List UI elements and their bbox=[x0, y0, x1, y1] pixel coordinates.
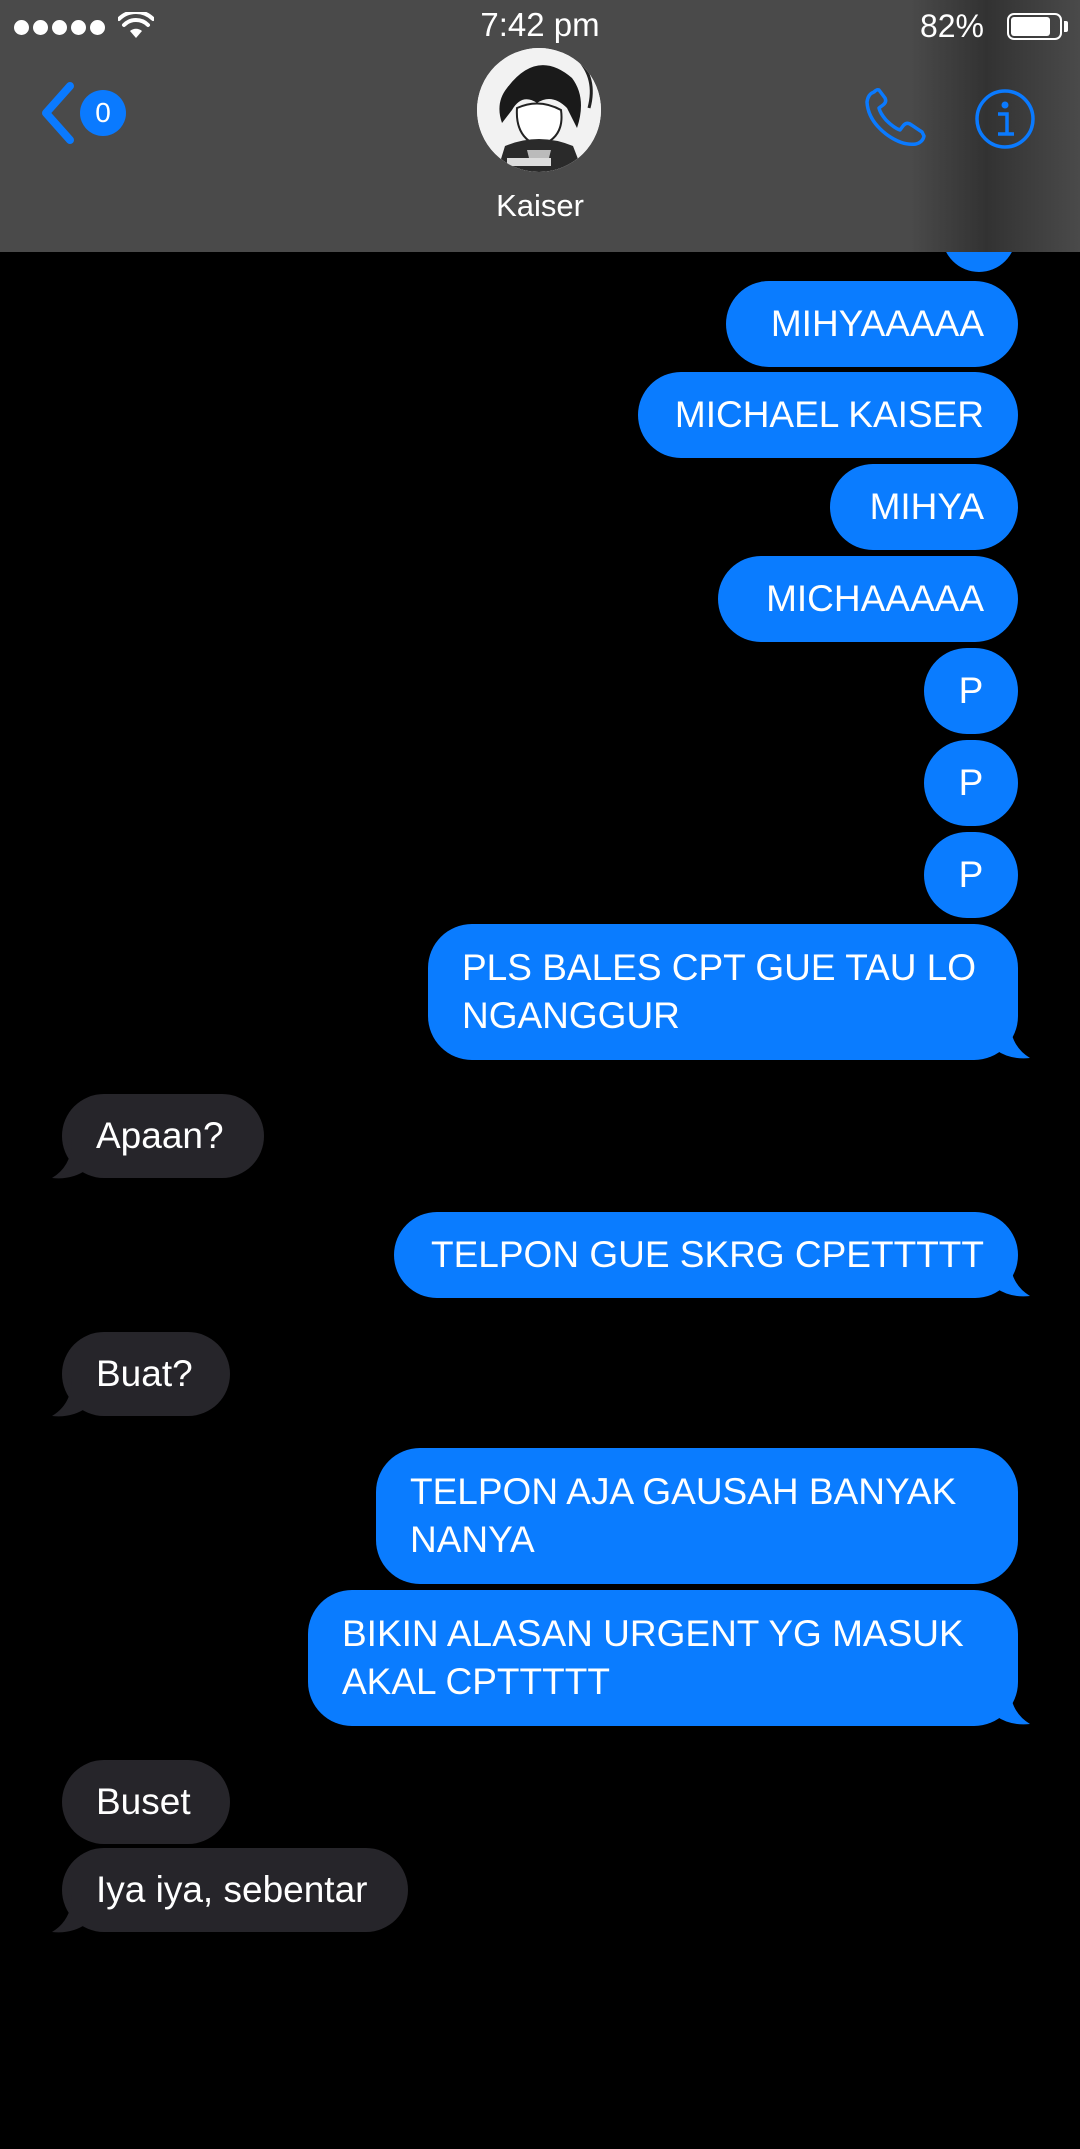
bubble-tail bbox=[52, 1894, 86, 1933]
battery-icon bbox=[1007, 13, 1062, 40]
phone-icon[interactable] bbox=[860, 86, 930, 150]
message-bubble-received[interactable]: Iya iya, sebentar bbox=[62, 1848, 408, 1932]
message-bubble-sent[interactable]: PLS BALES CPT GUE TAU LO NGANGGUR bbox=[428, 924, 1018, 1060]
message-text: MICHAEL KAISER bbox=[674, 394, 984, 435]
conversation-header: 7:42 pm 82% 0 Kaiser bbox=[0, 0, 1080, 252]
battery-percentage: 82% bbox=[919, 8, 984, 44]
contact-avatar[interactable] bbox=[477, 48, 601, 172]
back-button[interactable]: 0 bbox=[38, 80, 126, 146]
message-text: PLS BALES CPT GUE TAU LO NGANGGUR bbox=[462, 947, 977, 1036]
message-text: MIHYA bbox=[869, 486, 984, 527]
message-bubble-sent[interactable]: BIKIN ALASAN URGENT YG MASUK AKAL CPTTTT… bbox=[308, 1590, 1018, 1726]
status-time: 7:42 pm bbox=[480, 6, 600, 43]
message-bubble-sent[interactable]: MICHAAAAA bbox=[718, 556, 1018, 642]
bubble-tail bbox=[52, 1140, 86, 1179]
bubble-tail bbox=[996, 1020, 1030, 1059]
contact-name[interactable]: Kaiser bbox=[0, 188, 1080, 224]
message-bubble-sent[interactable]: P bbox=[924, 832, 1018, 918]
message-text: TELPON AJA GAUSAH BANYAK NANYA bbox=[410, 1471, 957, 1560]
message-text: P bbox=[958, 670, 984, 711]
message-text: Buat? bbox=[96, 1353, 193, 1394]
battery-level-fill bbox=[1011, 17, 1050, 36]
avatar-image bbox=[477, 48, 601, 172]
battery-tip bbox=[1064, 21, 1068, 32]
message-text: Buset bbox=[96, 1781, 191, 1822]
message-bubble-sent[interactable]: MIHYA bbox=[830, 464, 1018, 550]
bubble-tail bbox=[52, 1378, 86, 1417]
message-text: P bbox=[958, 762, 984, 803]
message-bubble-sent[interactable]: P bbox=[924, 740, 1018, 826]
chevron-left-icon bbox=[42, 82, 74, 144]
message-text: TELPON GUE SKRG CPETTTTT bbox=[431, 1234, 984, 1275]
message-text: BIKIN ALASAN URGENT YG MASUK AKAL CPTTTT… bbox=[342, 1613, 964, 1702]
message-text: P bbox=[958, 854, 984, 895]
message-bubble-sent[interactable]: MIHYAAAAA bbox=[726, 281, 1018, 367]
message-text: MICHAAAAA bbox=[766, 578, 984, 619]
message-bubble-sent[interactable]: TELPON AJA GAUSAH BANYAK NANYA bbox=[376, 1448, 1018, 1584]
unread-count-badge: 0 bbox=[80, 90, 126, 136]
message-text: Iya iya, sebentar bbox=[96, 1869, 368, 1910]
message-bubble-sent[interactable]: P bbox=[924, 648, 1018, 734]
message-bubble-received[interactable]: Apaan? bbox=[62, 1094, 264, 1178]
message-text: MIHYAAAAA bbox=[770, 303, 984, 344]
info-icon[interactable] bbox=[974, 88, 1036, 150]
message-bubble-sent[interactable]: TELPON GUE SKRG CPETTTTT bbox=[394, 1212, 1018, 1298]
message-text: Apaan? bbox=[96, 1115, 224, 1156]
message-bubble-received[interactable]: Buat? bbox=[62, 1332, 230, 1416]
message-bubble-sent[interactable]: MICHAEL KAISER bbox=[638, 372, 1018, 458]
bubble-tail bbox=[996, 1686, 1030, 1725]
bubble-tail bbox=[996, 1258, 1030, 1297]
message-bubble-received[interactable]: Buset bbox=[62, 1760, 230, 1844]
